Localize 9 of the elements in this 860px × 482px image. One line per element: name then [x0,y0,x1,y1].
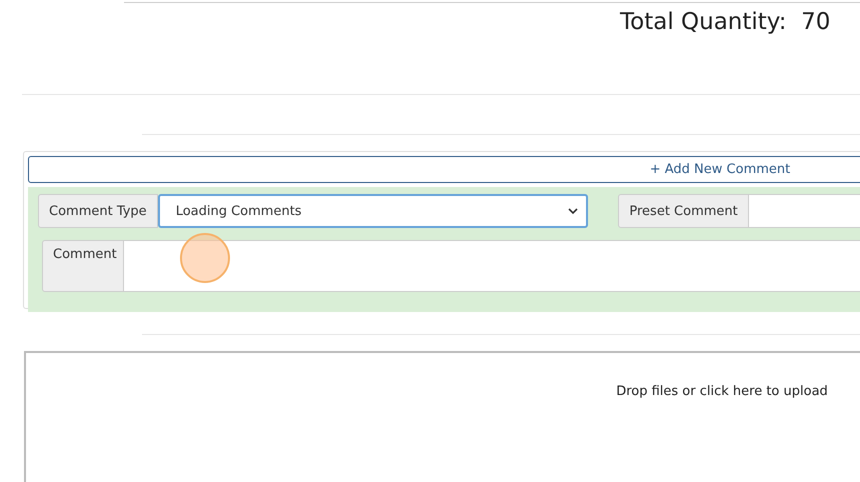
caret-icon [568,208,578,214]
comment-type-select[interactable]: Loading Comments [158,194,588,228]
add-comment-button[interactable]: + Add New Comment [28,156,860,183]
upload-prompt: Drop files or click here to upload [615,384,829,399]
total-quantity: Total Quantity: 70 [620,9,830,35]
preset-comment-label: Preset Comment [618,194,749,228]
click-indicator-icon [180,233,230,283]
comment-label: Comment [42,240,124,292]
comment-type-label: Comment Type [38,194,158,228]
